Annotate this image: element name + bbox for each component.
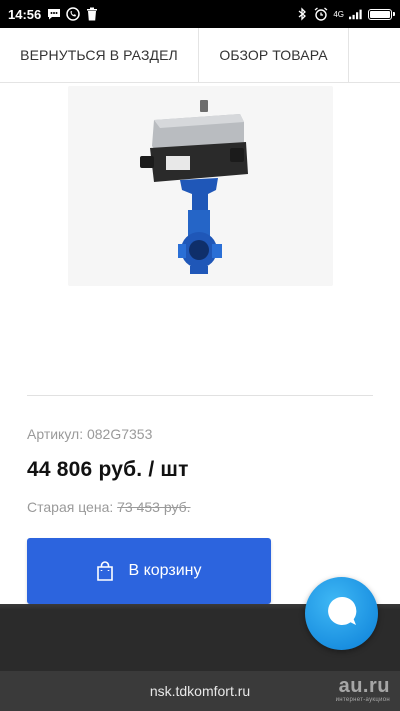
watermark-logo: au.ru	[338, 675, 390, 697]
tab-product-overview[interactable]: ОБЗОР ТОВАРА	[199, 28, 349, 82]
url-text: nsk.tdkomfort.ru	[149, 683, 251, 699]
alarm-icon	[314, 7, 328, 21]
chat-bubble-icon	[325, 594, 359, 633]
signal-icon	[349, 7, 363, 21]
add-to-cart-button[interactable]: В корзину	[27, 538, 271, 604]
product-image[interactable]	[68, 86, 333, 286]
status-bar: 14:56 4G	[0, 0, 400, 28]
product-price: 44 806 руб. / шт	[27, 458, 189, 481]
status-icons-right: 4G	[295, 7, 395, 21]
add-to-cart-label: В корзину	[128, 562, 202, 579]
product-tabs: ВЕРНУТЬСЯ В РАЗДЕЛ ОБЗОР ТОВАРА	[0, 28, 400, 83]
battery-icon	[368, 8, 395, 20]
trash-icon	[85, 7, 99, 21]
status-icons-left	[47, 7, 99, 21]
message-icon	[47, 7, 61, 21]
watermark-tagline: интернет-аукцион	[335, 697, 390, 703]
viber-icon	[66, 7, 80, 21]
section-divider	[27, 395, 373, 396]
bluetooth-icon	[295, 7, 309, 21]
old-price: Старая цена: 73 453 руб.	[27, 499, 191, 515]
status-time: 14:56	[8, 6, 42, 22]
article-value: 082G7353	[86, 426, 153, 442]
old-price-label: Старая цена:	[27, 499, 114, 515]
tab-back-to-section[interactable]: ВЕРНУТЬСЯ В РАЗДЕЛ	[0, 28, 199, 82]
shopping-bag-icon	[96, 561, 114, 581]
au-watermark: au.ru интернет-аукцион	[336, 676, 390, 703]
article-label: Артикул:	[27, 426, 84, 442]
article-number: Артикул: 082G7353	[27, 426, 152, 442]
network-label: 4G	[333, 9, 344, 19]
chat-button[interactable]	[305, 577, 378, 650]
old-price-value: 73 453 руб.	[117, 499, 191, 515]
